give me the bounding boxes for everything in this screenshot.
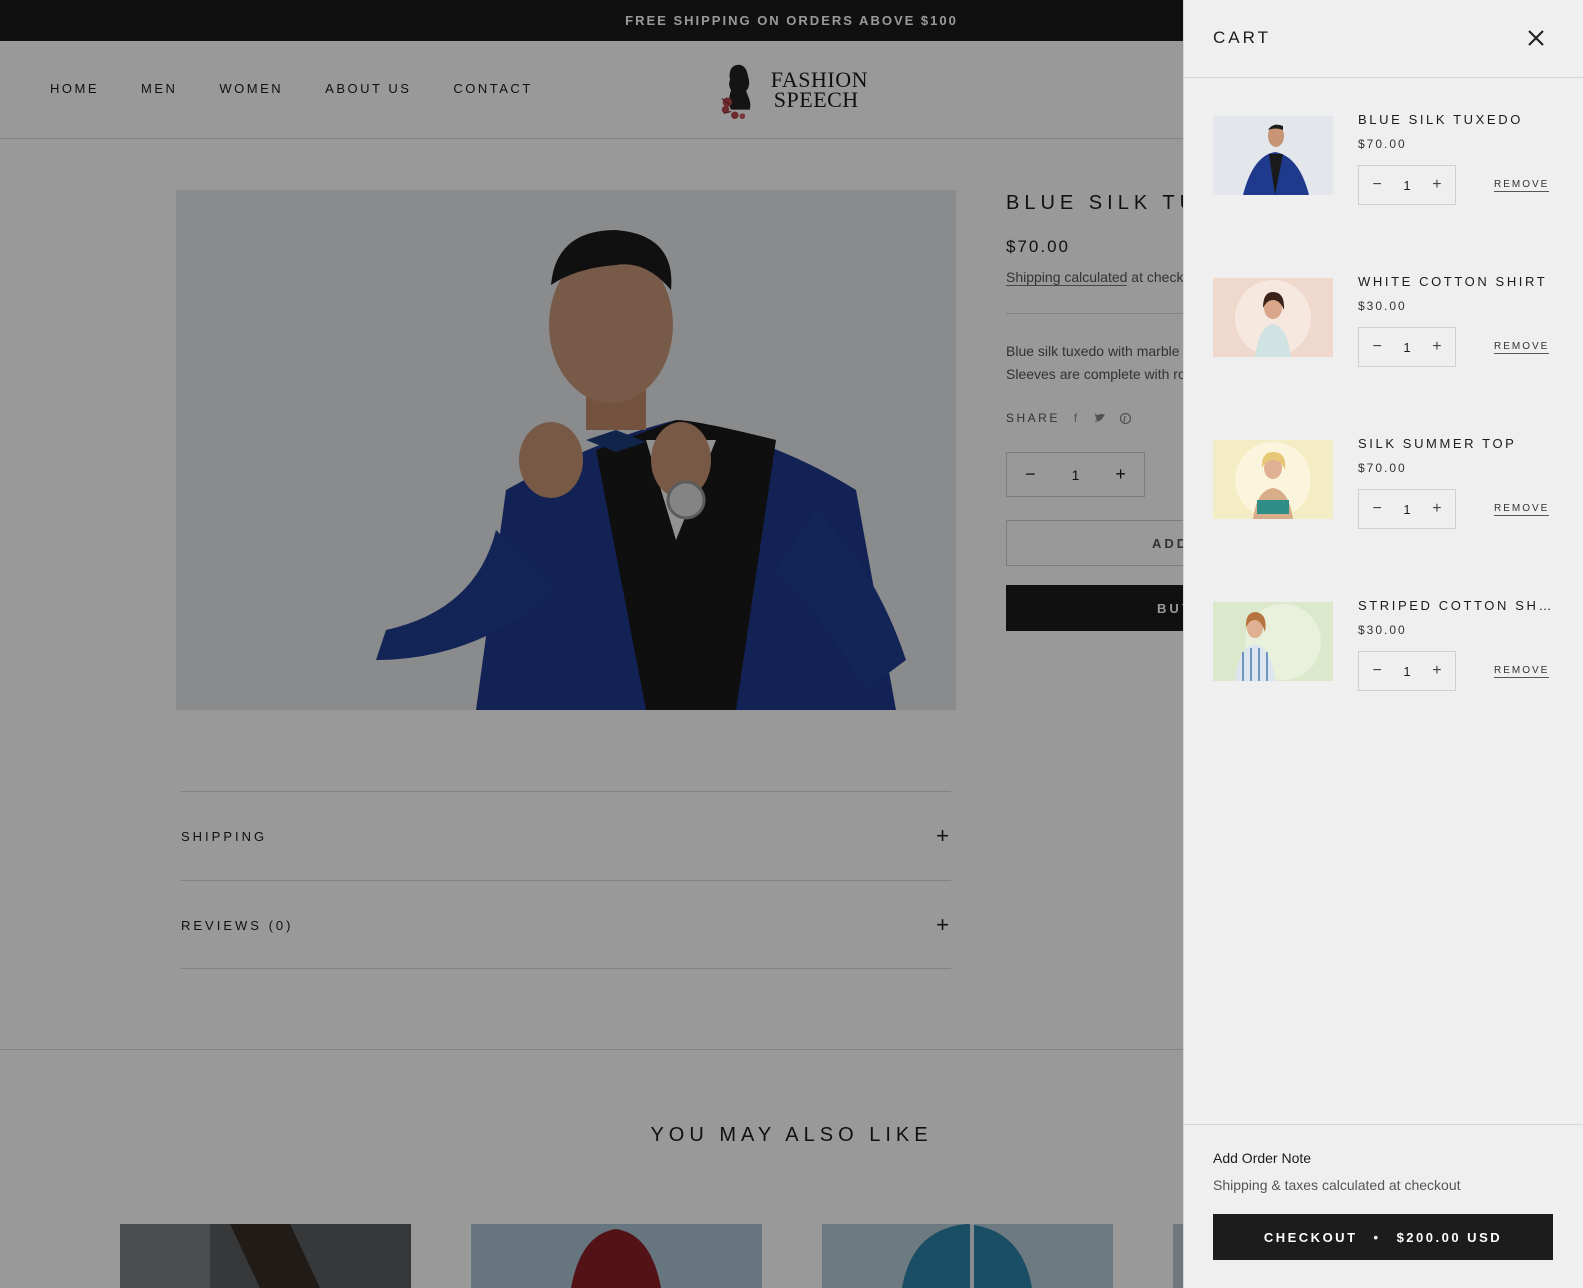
cart-title: CART <box>1213 28 1271 47</box>
cart-item-price: $30.00 <box>1358 623 1407 637</box>
cart-item-quantity-stepper[interactable]: − 1 + <box>1358 651 1456 691</box>
cart-header: CART <box>1184 0 1583 78</box>
cart-footer: Add Order Note Shipping & taxes calculat… <box>1184 1124 1583 1288</box>
decrease-quantity-button[interactable]: − <box>1367 176 1387 194</box>
cart-item: BLUE SILK TUXEDO $70.00 − 1 + REMOVE <box>1213 112 1558 232</box>
separator-dot: • <box>1373 1229 1381 1245</box>
cart-item-quantity[interactable]: 1 <box>1403 178 1410 193</box>
blue-tuxedo-thumb <box>1213 116 1333 195</box>
white-shirt-thumb <box>1213 278 1333 357</box>
page-overlay[interactable] <box>0 0 1183 1288</box>
cart-item-name[interactable]: BLUE SILK TUXEDO <box>1358 112 1553 127</box>
decrease-quantity-button[interactable]: − <box>1367 662 1387 680</box>
cart-item-quantity-stepper[interactable]: − 1 + <box>1358 165 1456 205</box>
increase-quantity-button[interactable]: + <box>1427 500 1447 518</box>
increase-quantity-button[interactable]: + <box>1427 662 1447 680</box>
cart-item-image[interactable] <box>1213 602 1333 681</box>
checkout-button[interactable]: CHECKOUT • $200.00 USD <box>1213 1214 1553 1260</box>
close-icon[interactable] <box>1526 28 1546 48</box>
cart-item-image[interactable] <box>1213 440 1333 519</box>
remove-item-link[interactable]: REMOVE <box>1494 665 1550 678</box>
increase-quantity-button[interactable]: + <box>1427 176 1447 194</box>
checkout-label: CHECKOUT <box>1263 1229 1358 1245</box>
cart-drawer: CART BLUE SILK TUXEDO $70.00 − 1 + REMOV… <box>1183 0 1583 1288</box>
striped-shirt-thumb <box>1213 602 1333 681</box>
cart-item-name[interactable]: WHITE COTTON SHIRT <box>1358 274 1553 289</box>
cart-item-price: $70.00 <box>1358 137 1407 151</box>
cart-item-name[interactable]: SILK SUMMER TOP <box>1358 436 1553 451</box>
cart-item-quantity[interactable]: 1 <box>1403 502 1410 517</box>
cart-item-name[interactable]: STRIPED COTTON SHI… <box>1358 598 1553 613</box>
taxes-note: Shipping & taxes calculated at checkout <box>1213 1177 1461 1193</box>
remove-item-link[interactable]: REMOVE <box>1494 179 1550 192</box>
increase-quantity-button[interactable]: + <box>1427 338 1447 356</box>
cart-item: STRIPED COTTON SHI… $30.00 − 1 + REMOVE <box>1213 598 1558 718</box>
remove-item-link[interactable]: REMOVE <box>1494 503 1550 516</box>
cart-item-quantity[interactable]: 1 <box>1403 664 1410 679</box>
silk-top-thumb <box>1213 440 1333 519</box>
decrease-quantity-button[interactable]: − <box>1367 500 1387 518</box>
cart-item-quantity-stepper[interactable]: − 1 + <box>1358 489 1456 529</box>
checkout-total: $200.00 USD <box>1396 1229 1503 1245</box>
decrease-quantity-button[interactable]: − <box>1367 338 1387 356</box>
cart-item-quantity[interactable]: 1 <box>1403 340 1410 355</box>
cart-item-image[interactable] <box>1213 116 1333 195</box>
add-order-note-link[interactable]: Add Order Note <box>1213 1150 1311 1166</box>
cart-item-image[interactable] <box>1213 278 1333 357</box>
cart-item-price: $70.00 <box>1358 461 1407 475</box>
remove-item-link[interactable]: REMOVE <box>1494 341 1550 354</box>
cart-item-quantity-stepper[interactable]: − 1 + <box>1358 327 1456 367</box>
cart-item: WHITE COTTON SHIRT $30.00 − 1 + REMOVE <box>1213 274 1558 394</box>
cart-item: SILK SUMMER TOP $70.00 − 1 + REMOVE <box>1213 436 1558 556</box>
cart-item-price: $30.00 <box>1358 299 1407 313</box>
